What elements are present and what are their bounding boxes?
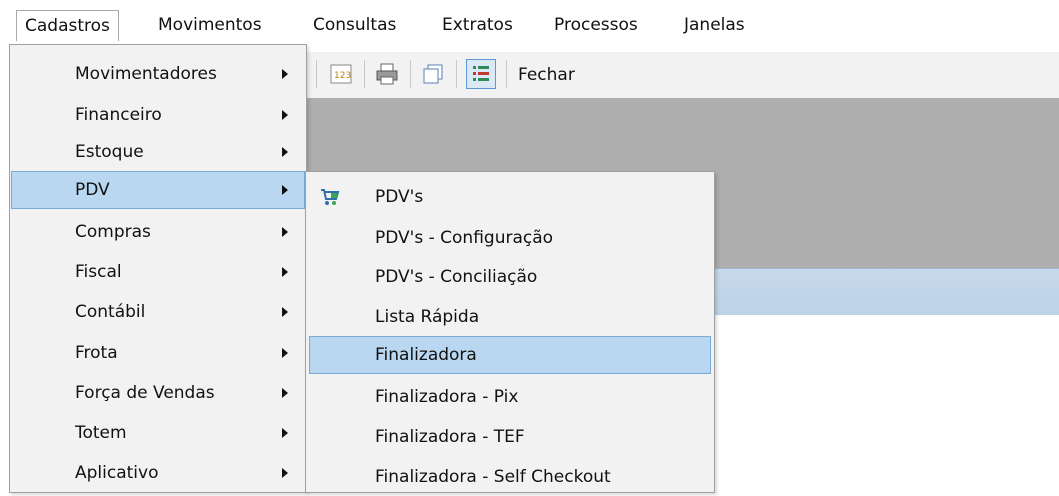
menu-item-label: Contábil	[75, 302, 146, 322]
submenu-arrow-icon	[282, 69, 288, 79]
menu-item-label: Finalizadora - Pix	[375, 387, 519, 407]
cart-icon	[319, 186, 341, 208]
toolbar: 123 Fechar	[300, 52, 1059, 99]
list-view-icon[interactable]	[466, 59, 496, 89]
submenu-arrow-icon	[282, 388, 288, 398]
menu-janelas[interactable]: Janelas	[684, 10, 745, 40]
menu-item-label: Totem	[75, 423, 127, 443]
menu-item-frota[interactable]: Frota	[11, 334, 305, 372]
menu-item-finalizadora[interactable]: Finalizadora	[309, 336, 711, 374]
menu-item-totem[interactable]: Totem	[11, 414, 305, 452]
toolbar-separator	[506, 60, 507, 88]
close-button[interactable]: Fechar	[518, 61, 575, 89]
cadastros-menu: Movimentadores Financeiro Estoque PDV Co…	[9, 44, 307, 493]
menu-item-label: Lista Rápida	[375, 307, 480, 327]
menu-item-label: PDV's - Conciliação	[375, 267, 538, 287]
menu-item-label: Fiscal	[75, 262, 122, 282]
menu-item-label: Força de Vendas	[75, 383, 215, 403]
menu-item-label: Compras	[75, 222, 151, 242]
menu-item-finalizadora-self-checkout[interactable]: Finalizadora - Self Checkout	[309, 458, 711, 496]
printer-icon[interactable]	[374, 61, 400, 87]
pdv-submenu: PDV's PDV's - Configuração PDV's - Conci…	[305, 171, 715, 493]
menu-item-aplicativo[interactable]: Aplicativo	[11, 454, 305, 492]
menu-item-pdvs-conciliacao[interactable]: PDV's - Conciliação	[309, 258, 711, 296]
toolbar-separator	[456, 60, 457, 88]
menu-item-fiscal[interactable]: Fiscal	[11, 253, 305, 291]
menu-bar: Cadastros Movimentos Consultas Extratos …	[0, 0, 1059, 44]
menu-item-pdvs[interactable]: PDV's	[309, 178, 711, 216]
menu-item-lista-rapida[interactable]: Lista Rápida	[309, 298, 711, 336]
menu-item-label: Finalizadora - Self Checkout	[375, 467, 611, 487]
menu-item-label: Finalizadora - TEF	[375, 427, 525, 447]
copy-window-icon[interactable]	[420, 61, 446, 87]
menu-item-label: Frota	[75, 343, 118, 363]
submenu-arrow-icon	[282, 307, 288, 317]
menu-item-movimentadores[interactable]: Movimentadores	[11, 55, 305, 93]
submenu-arrow-icon	[282, 185, 288, 195]
menu-item-contabil[interactable]: Contábil	[11, 293, 305, 331]
toolbar-separator	[316, 60, 317, 88]
svg-text:123: 123	[334, 71, 351, 81]
submenu-arrow-icon	[282, 468, 288, 478]
menu-item-pdvs-configuracao[interactable]: PDV's - Configuração	[309, 219, 711, 257]
menu-item-estoque[interactable]: Estoque	[11, 133, 305, 171]
menu-item-label: PDV	[75, 180, 110, 200]
menu-item-pdv[interactable]: PDV	[11, 171, 305, 209]
menu-item-label: Finalizadora	[375, 345, 477, 365]
menu-cadastros[interactable]: Cadastros	[16, 10, 119, 41]
menu-item-forca-de-vendas[interactable]: Força de Vendas	[11, 374, 305, 412]
submenu-arrow-icon	[282, 267, 288, 277]
menu-item-label: Estoque	[75, 142, 144, 162]
menu-processos[interactable]: Processos	[554, 10, 638, 40]
menu-item-finalizadora-tef[interactable]: Finalizadora - TEF	[309, 418, 711, 456]
submenu-arrow-icon	[282, 348, 288, 358]
menu-item-label: Movimentadores	[75, 64, 217, 84]
sort-123-icon[interactable]: 123	[328, 61, 354, 87]
menu-extratos[interactable]: Extratos	[442, 10, 513, 40]
submenu-arrow-icon	[282, 227, 288, 237]
submenu-arrow-icon	[282, 110, 288, 120]
menu-consultas[interactable]: Consultas	[313, 10, 396, 40]
toolbar-separator	[364, 60, 365, 88]
menu-item-financeiro[interactable]: Financeiro	[11, 96, 305, 134]
toolbar-separator	[410, 60, 411, 88]
submenu-arrow-icon	[282, 147, 288, 157]
menu-item-label: PDV's	[375, 187, 424, 207]
menu-item-label: Financeiro	[75, 105, 162, 125]
submenu-arrow-icon	[282, 428, 288, 438]
menu-item-compras[interactable]: Compras	[11, 213, 305, 251]
menu-item-finalizadora-pix[interactable]: Finalizadora - Pix	[309, 378, 711, 416]
menu-movimentos[interactable]: Movimentos	[158, 10, 262, 40]
menu-item-label: PDV's - Configuração	[375, 228, 554, 248]
menu-item-label: Aplicativo	[75, 463, 159, 483]
